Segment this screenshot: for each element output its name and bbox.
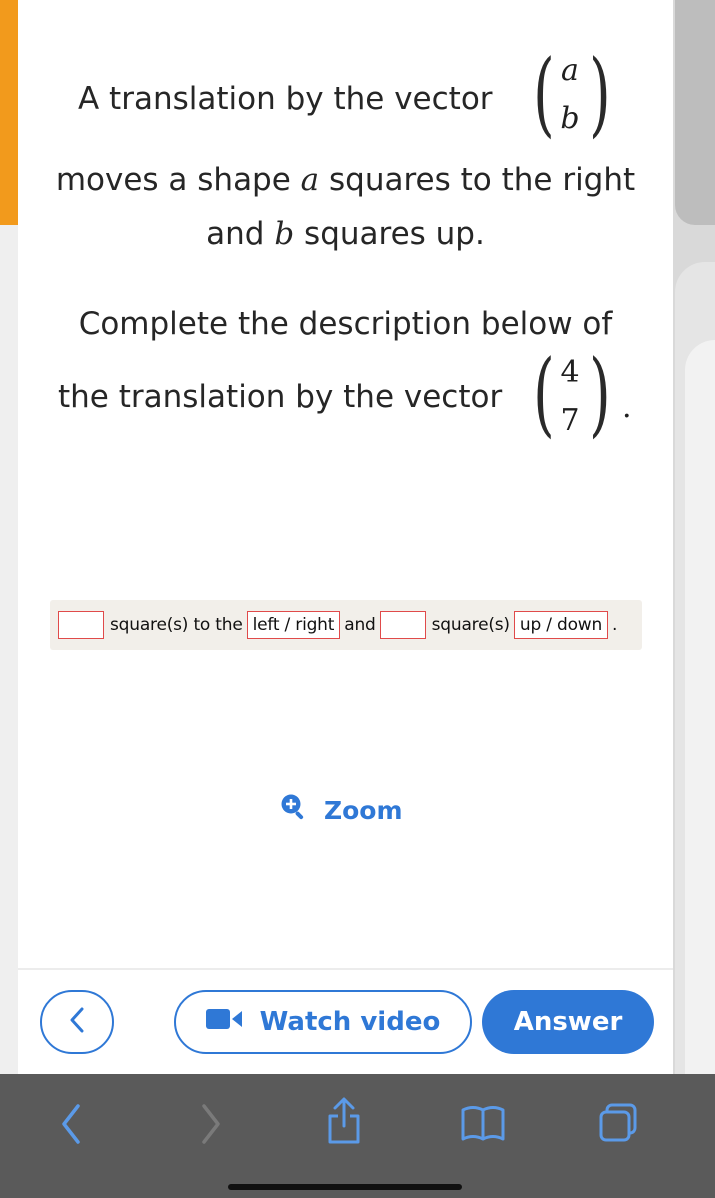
back-arrow-icon[interactable] (58, 1102, 84, 1150)
browser-toolbar (0, 1074, 715, 1198)
bookmarks-icon[interactable] (460, 1104, 506, 1146)
vector-period: . (622, 390, 632, 425)
question-line-1: A translation by the vector (78, 81, 493, 117)
direction-choice-up-down[interactable]: up / down (513, 611, 609, 639)
question-line-2: moves a shape a squares to the right (55, 162, 636, 198)
question-card: A translation by the vector ( a b ) move… (18, 0, 673, 1198)
background-card-edge (675, 0, 715, 225)
divider (18, 968, 673, 970)
answer-text-3: square(s) (431, 615, 510, 635)
question-line-3: and b squares up. (206, 216, 485, 252)
vector-4-7: ( 4 7 ) . (533, 340, 632, 447)
question-line-4: Complete the description below of (78, 306, 613, 342)
chevron-left-icon (67, 1006, 87, 1038)
answer-end: . (612, 615, 618, 635)
answer-label: Answer (513, 1007, 623, 1037)
video-camera-icon (205, 1007, 244, 1037)
zoom-in-icon (280, 793, 306, 827)
watch-video-label: Watch video (259, 1007, 441, 1037)
vector-4-7-top: 4 (560, 355, 580, 390)
background-card-edge (685, 340, 715, 1198)
answer-row: square(s) to the left / right and square… (50, 600, 642, 650)
vector-4-7-bottom: 7 (560, 403, 580, 438)
answer-text-1: square(s) to the (110, 615, 243, 635)
answer-button[interactable]: Answer (482, 990, 654, 1054)
vertical-amount-input[interactable] (379, 611, 426, 639)
zoom-button[interactable]: Zoom (280, 793, 403, 827)
share-icon[interactable] (326, 1096, 362, 1150)
forward-arrow-icon[interactable] (198, 1102, 224, 1150)
vector-ab: ( a b ) (533, 40, 611, 147)
horizontal-amount-input[interactable] (58, 611, 104, 639)
tabs-icon[interactable] (598, 1102, 638, 1148)
back-button[interactable] (40, 990, 114, 1054)
direction-choice-left-right[interactable]: left / right (246, 611, 341, 639)
watch-video-button[interactable]: Watch video (174, 990, 472, 1054)
home-indicator (228, 1184, 462, 1190)
zoom-label: Zoom (324, 795, 403, 825)
answer-text-2: and (344, 615, 376, 635)
vector-ab-bottom: b (560, 101, 580, 136)
vector-ab-top: a (561, 53, 579, 88)
question-line-5: the translation by the vector (58, 379, 503, 415)
